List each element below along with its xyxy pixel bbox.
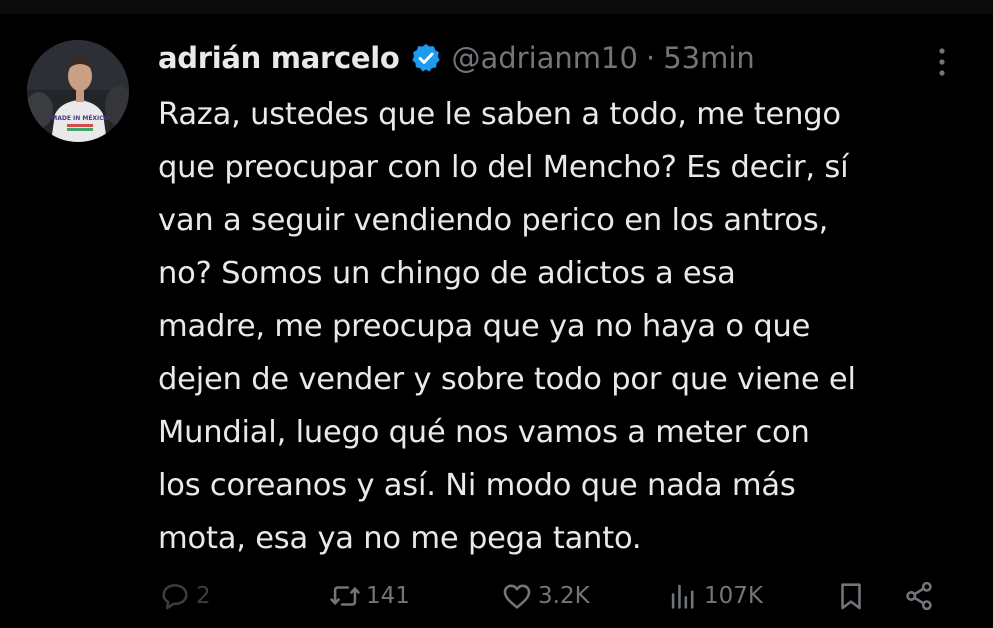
retweet-icon — [330, 586, 360, 606]
timestamp[interactable]: 53min — [663, 41, 755, 75]
more-dots-icon[interactable] — [935, 46, 949, 80]
display-name[interactable]: adrián marcelo — [158, 41, 400, 75]
reply-bubble-icon — [162, 584, 188, 610]
views-button[interactable]: 107K — [666, 574, 763, 618]
reply-count: 2 — [196, 583, 211, 609]
avatar-shirt-text: MADE IN MÉXICO — [51, 114, 109, 122]
action-bar: 2 141 3.2K 107K — [158, 574, 958, 618]
bookmark-icon — [841, 583, 861, 610]
tweet: MADE IN MÉXICO adrián marcelo @adrianm10… — [0, 0, 993, 628]
avatar[interactable]: MADE IN MÉXICO — [27, 40, 129, 142]
verified-badge-icon — [410, 42, 442, 74]
views-chart-icon — [671, 584, 694, 609]
retweet-button[interactable]: 141 — [328, 574, 410, 618]
like-button[interactable]: 3.2K — [500, 574, 590, 618]
reply-button[interactable]: 2 — [158, 574, 211, 618]
tweet-text: Raza, ustedes que le saben a todo, me te… — [158, 97, 856, 556]
bookmark-button[interactable] — [834, 574, 868, 618]
separator-dot: · — [645, 41, 656, 75]
heart-icon — [503, 584, 531, 609]
retweet-count: 141 — [366, 583, 410, 609]
like-count: 3.2K — [538, 583, 590, 609]
views-count: 107K — [704, 583, 763, 609]
share-icon — [906, 581, 932, 611]
tweet-header: adrián marcelo @adrianm10 · 53min — [158, 32, 755, 84]
handle[interactable]: @adrianm10 — [452, 41, 638, 75]
share-button[interactable] — [902, 574, 936, 618]
